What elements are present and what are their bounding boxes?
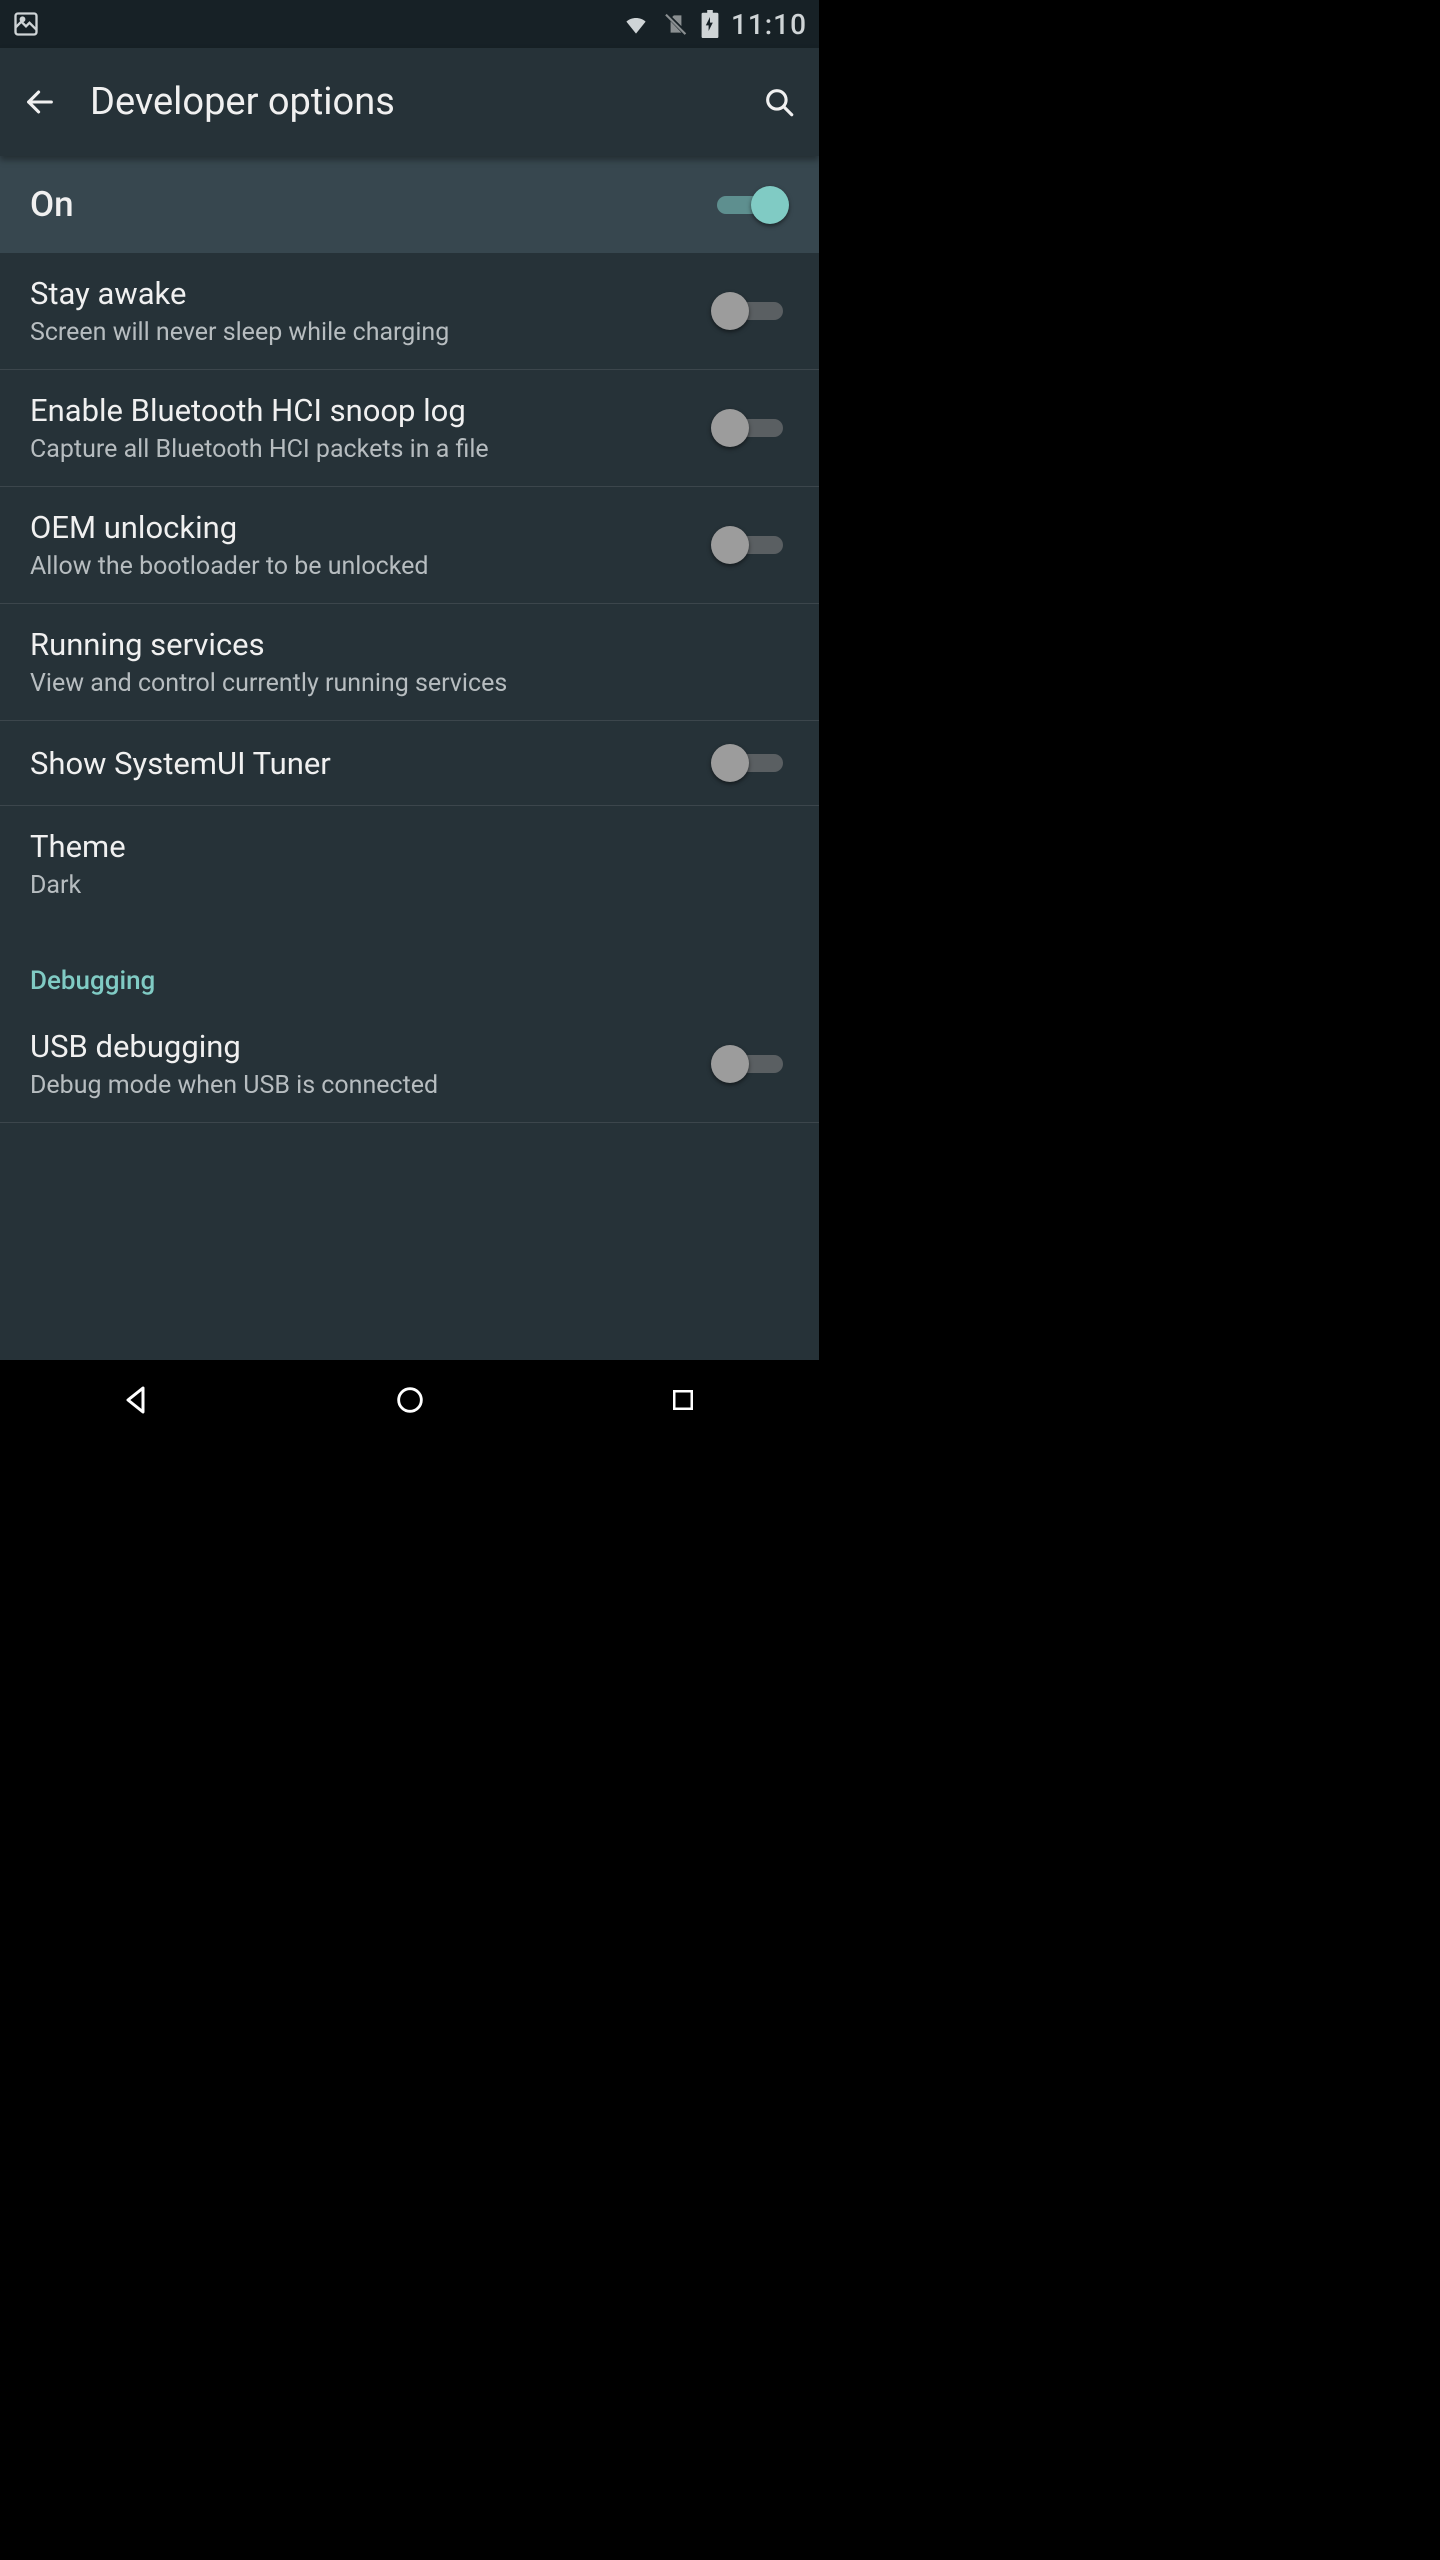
oem-unlocking-row[interactable]: OEM unlocking Allow the bootloader to be… xyxy=(0,487,819,604)
hci-snoop-sub: Capture all Bluetooth HCI packets in a f… xyxy=(30,435,489,464)
no-sim-icon xyxy=(663,11,689,37)
settings-list[interactable]: Stay awake Screen will never sleep while… xyxy=(0,253,819,1360)
master-switch-label: On xyxy=(30,184,74,225)
usb-debugging-toggle[interactable] xyxy=(711,1044,789,1084)
nav-recent-button[interactable] xyxy=(643,1375,723,1425)
usb-debugging-title: USB debugging xyxy=(30,1028,438,1065)
search-icon xyxy=(762,85,796,119)
oem-unlocking-sub: Allow the bootloader to be unlocked xyxy=(30,552,429,581)
app-bar: Developer options xyxy=(0,48,819,156)
theme-row[interactable]: Theme Dark xyxy=(0,806,819,922)
nav-bar xyxy=(0,1360,819,1440)
oem-unlocking-title: OEM unlocking xyxy=(30,509,429,546)
hci-snoop-row[interactable]: Enable Bluetooth HCI snoop log Capture a… xyxy=(0,370,819,487)
usb-debugging-row[interactable]: USB debugging Debug mode when USB is con… xyxy=(0,1006,819,1123)
search-button[interactable] xyxy=(759,82,799,122)
screenshot-icon xyxy=(12,10,40,38)
running-services-sub: View and control currently running servi… xyxy=(30,669,507,698)
status-bar: 11:10 xyxy=(0,0,819,48)
back-button[interactable] xyxy=(20,82,60,122)
stay-awake-sub: Screen will never sleep while charging xyxy=(30,318,449,347)
oem-unlocking-toggle[interactable] xyxy=(711,525,789,565)
master-switch-toggle[interactable] xyxy=(711,185,789,225)
master-switch-row[interactable]: On xyxy=(0,156,819,253)
nav-home-button[interactable] xyxy=(370,1375,450,1425)
hci-snoop-toggle[interactable] xyxy=(711,408,789,448)
theme-title: Theme xyxy=(30,828,126,865)
theme-sub: Dark xyxy=(30,871,126,900)
systemui-tuner-title: Show SystemUI Tuner xyxy=(30,745,331,782)
running-services-title: Running services xyxy=(30,626,507,663)
arrow-left-icon xyxy=(23,85,57,119)
systemui-tuner-toggle[interactable] xyxy=(711,743,789,783)
status-clock: 11:10 xyxy=(731,8,807,41)
section-debugging: Debugging xyxy=(0,922,819,1006)
stay-awake-title: Stay awake xyxy=(30,275,449,312)
nav-recent-icon xyxy=(668,1385,698,1415)
running-services-row[interactable]: Running services View and control curren… xyxy=(0,604,819,721)
nav-back-button[interactable] xyxy=(97,1375,177,1425)
hci-snoop-title: Enable Bluetooth HCI snoop log xyxy=(30,392,489,429)
systemui-tuner-row[interactable]: Show SystemUI Tuner xyxy=(0,721,819,806)
stay-awake-row[interactable]: Stay awake Screen will never sleep while… xyxy=(0,253,819,370)
nav-home-icon xyxy=(393,1383,427,1417)
wifi-icon xyxy=(621,12,651,36)
device-frame: 11:10 Developer options On Stay awake Sc… xyxy=(0,0,819,1440)
stay-awake-toggle[interactable] xyxy=(711,291,789,331)
battery-charging-icon xyxy=(701,10,719,38)
usb-debugging-sub: Debug mode when USB is connected xyxy=(30,1071,438,1100)
nav-back-icon xyxy=(119,1382,155,1418)
page-title: Developer options xyxy=(90,80,759,124)
